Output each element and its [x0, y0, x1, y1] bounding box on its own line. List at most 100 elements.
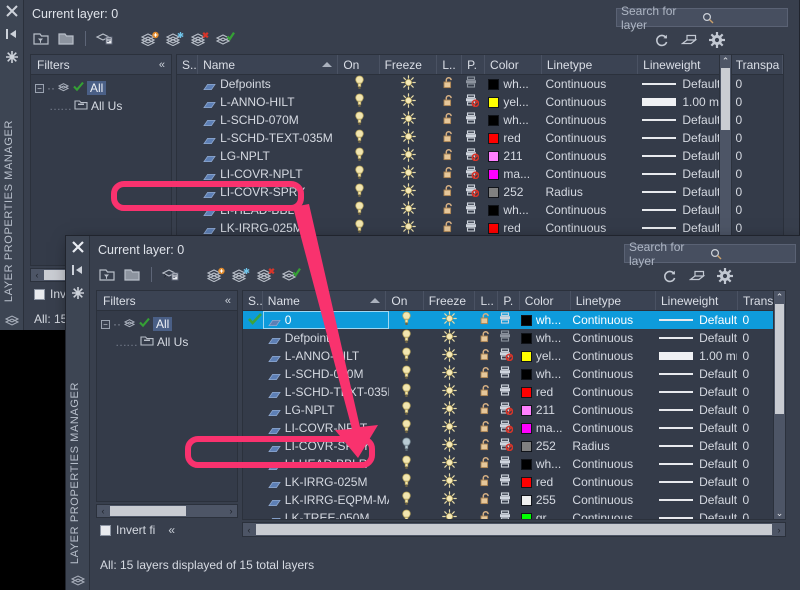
cell-linetype[interactable]: Continuous — [541, 165, 638, 183]
cell-name[interactable]: 0 — [263, 311, 389, 329]
cell-color[interactable]: 255 — [516, 491, 568, 509]
cell-name[interactable]: LK-IRRG-025M — [263, 473, 389, 491]
cell-on[interactable] — [339, 129, 380, 147]
cell-lock[interactable] — [437, 165, 461, 183]
light-off-icon[interactable] — [401, 437, 412, 455]
freeze-thaw-sun-icon[interactable] — [442, 455, 458, 473]
light-on-icon[interactable] — [401, 491, 412, 509]
cell-on[interactable] — [389, 311, 425, 329]
cell-lock[interactable] — [475, 473, 496, 491]
cell-status[interactable] — [177, 129, 198, 147]
cell-lock[interactable] — [437, 93, 461, 111]
cell-plot[interactable] — [461, 75, 483, 93]
cell-color[interactable]: 252 — [516, 437, 568, 455]
table-row[interactable]: LI-COVR-SPRY 252 Radius Default 0 — [243, 437, 785, 455]
no-plot-icon[interactable] — [465, 94, 480, 110]
table-row[interactable]: LG-NPLT 211 Continuous Default 0 — [177, 147, 783, 165]
invert-filter-checkbox[interactable] — [100, 524, 111, 536]
delete-layer-icon[interactable] — [256, 266, 275, 283]
column-header-lock[interactable]: L.. — [475, 291, 499, 310]
cell-status[interactable] — [243, 311, 263, 329]
scroll-left-arrow[interactable]: ‹ — [97, 506, 109, 516]
table-row[interactable]: LK-IRRG-025M red Continuous Default 0 — [243, 473, 785, 491]
cell-lineweight[interactable]: Default — [654, 437, 737, 455]
cell-lock[interactable] — [475, 455, 496, 473]
cell-linetype[interactable]: Continuous — [567, 365, 654, 383]
cell-name[interactable]: Defpoints — [263, 329, 389, 347]
cell-lineweight[interactable]: Default — [637, 165, 730, 183]
cell-on[interactable] — [339, 93, 380, 111]
cell-on[interactable] — [389, 509, 425, 519]
cell-status[interactable] — [243, 509, 263, 519]
column-header-plot[interactable]: P. — [498, 291, 520, 310]
cell-color[interactable]: wh... — [483, 75, 540, 93]
color-swatch[interactable] — [520, 512, 532, 519]
new-layer-vp-frozen-icon[interactable] — [231, 266, 250, 283]
tree-node-all-used[interactable]: …… All Us — [101, 335, 233, 349]
hscroll-thumb-dialog[interactable] — [256, 524, 772, 535]
color-swatch[interactable] — [488, 186, 500, 198]
vscroll-up-arrow[interactable]: ⌃ — [720, 55, 731, 67]
light-on-icon[interactable] — [401, 473, 412, 491]
cell-lock[interactable] — [437, 147, 461, 165]
cell-linetype[interactable]: Continuous — [541, 219, 638, 237]
new-layer-vp-frozen-icon[interactable] — [165, 30, 184, 47]
cell-transparency[interactable]: 0 — [731, 183, 784, 201]
cell-freeze[interactable] — [380, 219, 437, 237]
cell-lock[interactable] — [437, 129, 461, 147]
cell-lock[interactable] — [475, 509, 496, 519]
cell-plot[interactable] — [496, 383, 516, 401]
cell-freeze[interactable] — [424, 437, 475, 455]
cell-plot[interactable] — [461, 93, 483, 111]
light-on-icon[interactable] — [354, 129, 365, 147]
plot-icon[interactable] — [499, 384, 513, 400]
cell-status[interactable] — [177, 165, 198, 183]
cell-status[interactable] — [177, 111, 198, 129]
cell-color[interactable]: wh... — [516, 311, 568, 329]
cell-linetype[interactable]: Continuous — [567, 383, 654, 401]
cell-lock[interactable] — [475, 491, 496, 509]
cell-linetype[interactable]: Continuous — [541, 147, 638, 165]
cell-color[interactable]: wh... — [483, 201, 540, 219]
cell-linetype[interactable]: Continuous — [567, 329, 654, 347]
cell-linetype[interactable]: Continuous — [567, 491, 654, 509]
new-property-filter-icon[interactable] — [98, 266, 117, 283]
unlocked-icon[interactable] — [443, 112, 455, 128]
color-swatch[interactable] — [488, 168, 500, 180]
column-header-freeze[interactable]: Freeze — [380, 55, 438, 74]
cell-name[interactable]: L-ANNO-HILT — [263, 347, 389, 365]
cell-lineweight[interactable]: Default — [637, 219, 730, 237]
cell-on[interactable] — [389, 419, 425, 437]
cell-freeze[interactable] — [424, 329, 475, 347]
column-header-status[interactable]: S.. — [243, 291, 263, 310]
cell-lock[interactable] — [437, 219, 461, 237]
layer-list-vscrollbar-dialog[interactable]: ⌃ ⌄ — [773, 290, 786, 520]
cell-on[interactable] — [389, 437, 425, 455]
cell-status[interactable] — [243, 473, 263, 491]
cell-lock[interactable] — [475, 347, 496, 365]
table-row[interactable]: L-SCHD-070M wh... Continuous Default 0 — [243, 365, 785, 383]
unlocked-icon[interactable] — [443, 202, 455, 218]
cell-on[interactable] — [389, 365, 425, 383]
collapse-filters-icon[interactable]: « — [159, 59, 165, 71]
cell-name[interactable]: LI-COVR-SPRY — [263, 437, 389, 455]
cell-plot[interactable] — [461, 129, 483, 147]
settings-gear-icon[interactable] — [709, 32, 725, 51]
cell-plot[interactable] — [496, 509, 516, 519]
new-property-filter-icon[interactable] — [32, 30, 51, 47]
column-header-on[interactable]: On — [386, 291, 424, 310]
table-row[interactable]: Defpoints wh... Continuous Default 0 — [243, 329, 785, 347]
cell-linetype[interactable]: Continuous — [567, 473, 654, 491]
light-on-icon[interactable] — [354, 165, 365, 183]
cell-transparency[interactable]: 0 — [731, 147, 784, 165]
color-swatch[interactable] — [520, 458, 532, 470]
cell-lineweight[interactable]: Default — [654, 509, 737, 519]
plot-icon[interactable] — [465, 220, 479, 236]
no-plot-icon[interactable] — [499, 402, 514, 418]
cell-on[interactable] — [389, 347, 425, 365]
cell-transparency[interactable]: 0 — [731, 75, 784, 93]
cell-freeze[interactable] — [380, 201, 437, 219]
column-header-linetype[interactable]: Linetype — [542, 55, 639, 74]
freeze-thaw-sun-icon[interactable] — [442, 383, 458, 401]
layer-states-icon[interactable] — [688, 269, 706, 287]
